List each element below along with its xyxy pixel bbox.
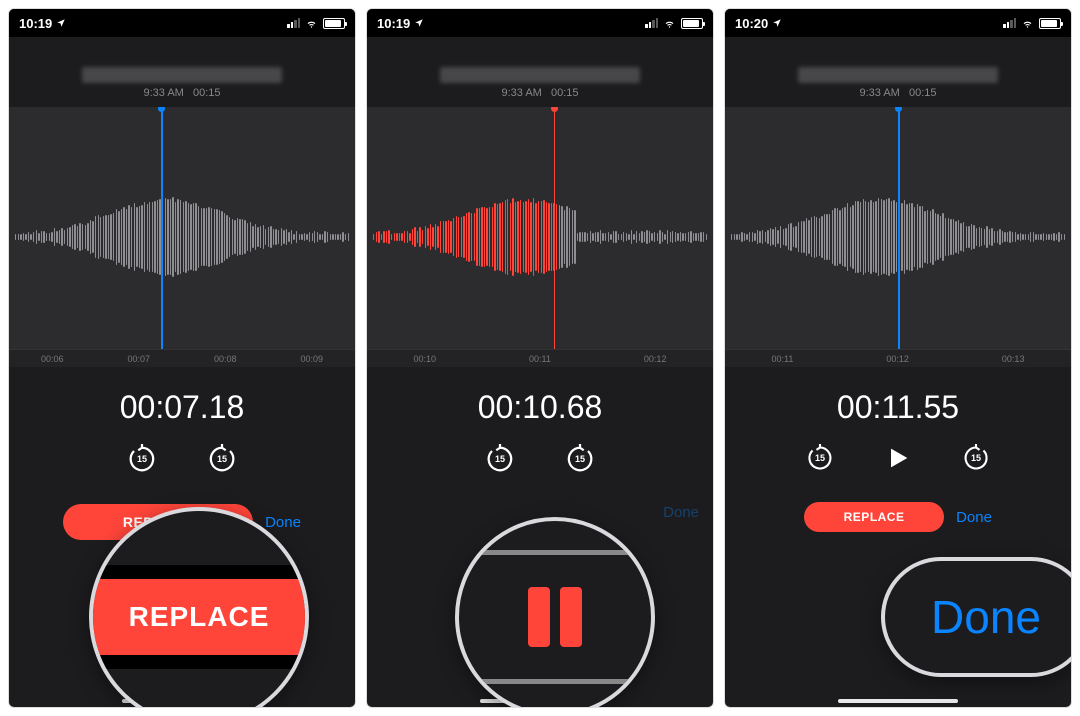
rewind-15-button[interactable]: 15 — [127, 444, 157, 474]
jump-text: 15 — [495, 454, 505, 464]
ruler-tick: 00:09 — [300, 354, 323, 364]
waveform-area[interactable]: 00:10 00:11 00:12 — [367, 107, 713, 367]
callout-replace-label: REPLACE — [93, 579, 305, 655]
wifi-icon — [1020, 18, 1035, 29]
ruler-tick: 00:10 — [414, 354, 437, 364]
jump-text: 15 — [971, 453, 981, 463]
playhead[interactable] — [554, 107, 556, 349]
playhead[interactable] — [898, 107, 900, 349]
callout-pause-zoom — [455, 517, 655, 708]
ruler-tick: 00:12 — [886, 354, 909, 364]
done-button[interactable]: Done — [265, 514, 301, 531]
current-time: 00:07.18 — [9, 367, 355, 444]
location-icon — [56, 18, 66, 28]
phone-screen-2: 10:19 9:33 AM 00:15 00:10 00:11 00:12 00… — [366, 8, 714, 708]
recording-duration: 00:15 — [551, 87, 579, 99]
status-bar: 10:19 — [9, 9, 355, 37]
recording-time: 9:33 AM — [859, 87, 899, 99]
recording-header: 9:33 AM 00:15 — [725, 37, 1071, 107]
cellular-icon — [1003, 18, 1016, 28]
transport-controls: 15 15 — [9, 444, 355, 494]
recording-header: 9:33 AM 00:15 — [367, 37, 713, 107]
jump-text: 15 — [137, 454, 147, 464]
callout-done-zoom: Done — [881, 557, 1072, 677]
recording-time: 9:33 AM — [143, 87, 183, 99]
ruler-tick: 00:12 — [644, 354, 667, 364]
location-icon — [772, 18, 782, 28]
battery-icon — [1039, 18, 1061, 29]
forward-15-button[interactable]: 15 — [962, 444, 990, 472]
time-ruler: 00:10 00:11 00:12 — [367, 349, 713, 367]
replace-button[interactable]: REPLACE — [804, 502, 944, 532]
status-time: 10:20 — [735, 16, 768, 31]
battery-icon — [681, 18, 703, 29]
jump-text: 15 — [815, 453, 825, 463]
recording-title-blurred — [440, 67, 640, 83]
ruler-tick: 00:07 — [127, 354, 150, 364]
cellular-icon — [645, 18, 658, 28]
phone-screen-3: 10:20 9:33 AM 00:15 00:11 00:12 00:13 00… — [724, 8, 1072, 708]
bottom-bar: REPLACE Done — [725, 492, 1071, 552]
recording-header: 9:33 AM 00:15 — [9, 37, 355, 107]
current-time: 00:10.68 — [367, 367, 713, 444]
status-bar: 10:20 — [725, 9, 1071, 37]
recording-time: 9:33 AM — [501, 87, 541, 99]
status-time: 10:19 — [19, 16, 52, 31]
time-ruler: 00:11 00:12 00:13 — [725, 349, 1071, 367]
recording-duration: 00:15 — [909, 87, 937, 99]
status-bar: 10:19 — [367, 9, 713, 37]
recording-title-blurred — [82, 67, 282, 83]
location-icon — [414, 18, 424, 28]
battery-icon — [323, 18, 345, 29]
done-button[interactable]: Done — [663, 504, 699, 521]
ruler-tick: 00:11 — [772, 354, 794, 364]
waveform — [367, 157, 713, 317]
jump-text: 15 — [575, 454, 585, 464]
transport-controls: 15 15 — [725, 444, 1071, 492]
recording-duration: 00:15 — [193, 87, 221, 99]
rewind-15-button[interactable]: 15 — [485, 444, 515, 474]
done-button[interactable]: Done — [956, 509, 992, 526]
phone-screen-1: 10:19 9:33 AM 00:15 00:06 00:07 00:08 00… — [8, 8, 356, 708]
waveform-area[interactable]: 00:06 00:07 00:08 00:09 — [9, 107, 355, 367]
play-button[interactable] — [884, 444, 912, 472]
transport-controls: 15 15 — [367, 444, 713, 494]
ruler-tick: 00:08 — [214, 354, 237, 364]
time-ruler: 00:06 00:07 00:08 00:09 — [9, 349, 355, 367]
callout-done-label: Done — [931, 590, 1041, 644]
current-time: 00:11.55 — [725, 367, 1071, 444]
ruler-tick: 00:06 — [41, 354, 64, 364]
recording-title-blurred — [798, 67, 998, 83]
waveform-area[interactable]: 00:11 00:12 00:13 — [725, 107, 1071, 367]
pause-icon — [528, 587, 582, 647]
status-time: 10:19 — [377, 16, 410, 31]
ruler-tick: 00:11 — [529, 354, 551, 364]
playhead[interactable] — [161, 107, 163, 349]
forward-15-button[interactable]: 15 — [565, 444, 595, 474]
rewind-15-button[interactable]: 15 — [806, 444, 834, 472]
wifi-icon — [304, 18, 319, 29]
forward-15-button[interactable]: 15 — [207, 444, 237, 474]
waveform — [9, 157, 355, 317]
home-indicator[interactable] — [838, 699, 958, 703]
wifi-icon — [662, 18, 677, 29]
jump-text: 15 — [217, 454, 227, 464]
ruler-tick: 00:13 — [1002, 354, 1025, 364]
cellular-icon — [287, 18, 300, 28]
